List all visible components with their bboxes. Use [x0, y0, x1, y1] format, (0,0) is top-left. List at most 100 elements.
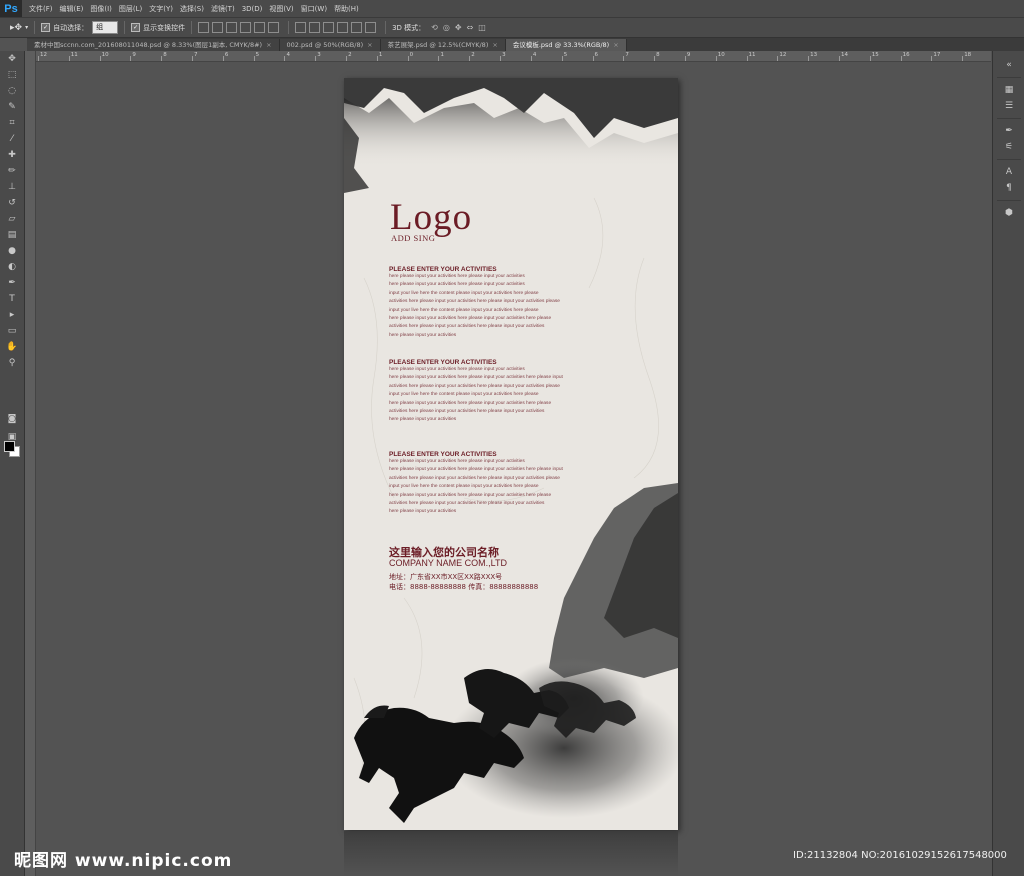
eyedropper-tool-icon[interactable]: ⁄ — [0, 131, 24, 147]
align-right-icon[interactable] — [268, 22, 280, 33]
quick-select-tool-icon[interactable]: ✎ — [0, 99, 24, 115]
ruler-tick-label: 13 — [808, 52, 818, 61]
distribute-right-icon[interactable] — [365, 22, 377, 33]
photoshop-logo[interactable]: Ps — [0, 0, 22, 17]
section-line: here please input your activities here p… — [389, 282, 525, 288]
canvas-reflection — [344, 831, 678, 876]
3d-panel-icon[interactable]: ⬢ — [993, 205, 1024, 221]
menu-image[interactable]: 图像(I) — [90, 4, 112, 14]
tab-label: 茶艺展架.psd @ 12.5%(CMYK/8) — [387, 41, 489, 49]
close-icon[interactable]: × — [266, 41, 271, 49]
ruler-horizontal[interactable]: 12 11 10 9 8 7 6 5 4 3 2 1 0 1 2 3 4 5 6 7 8 9 10 11 12 13 14 15 16 1… — [36, 51, 991, 62]
toolbox: ✥ ⬚ ◌ ✎ ⌗ ⁄ ✚ ✏ ⊥ ↺ ▱ ▤ ● ◐ ✒ T ▸ ▭ ✋ ⚲ … — [0, 51, 25, 876]
character-panel-icon[interactable]: A — [993, 164, 1024, 180]
distribute-vcenter-icon[interactable] — [309, 22, 321, 33]
adjustments-panel-icon[interactable]: ⚟ — [993, 139, 1024, 155]
distribute-bottom-icon[interactable] — [323, 22, 335, 33]
ruler-tick-label: 4 — [531, 52, 537, 61]
marquee-tool-icon[interactable]: ⬚ — [0, 67, 24, 83]
menu-edit[interactable]: 编辑(E) — [60, 4, 84, 14]
tab-doc-1[interactable]: 素材中国sccnn.com_201608011048.psd @ 8.33%(图… — [27, 39, 280, 51]
ruler-vertical[interactable] — [25, 51, 36, 876]
tab-label: 002.psd @ 50%(RGB/8) — [286, 41, 364, 49]
shape-tool-icon[interactable]: ▭ — [0, 323, 24, 339]
distribute-hcenter-icon[interactable] — [351, 22, 363, 33]
eraser-tool-icon[interactable]: ▱ — [0, 211, 24, 227]
section-line: here please input your activities here p… — [389, 467, 563, 473]
menu-type[interactable]: 文字(Y) — [149, 4, 173, 14]
quick-mask-icon[interactable]: ◙ — [0, 411, 24, 427]
section-line: here please input your activities here p… — [389, 367, 525, 372]
dodge-tool-icon[interactable]: ◐ — [0, 259, 24, 275]
auto-select-dropdown[interactable]: 组 — [92, 21, 119, 34]
history-brush-tool-icon[interactable]: ↺ — [0, 195, 24, 211]
lasso-tool-icon[interactable]: ◌ — [0, 83, 24, 99]
ruler-tick-label: 11 — [746, 52, 756, 61]
auto-select-checkbox[interactable]: ✓ — [41, 23, 51, 32]
auto-select-label: 自动选择： — [53, 23, 89, 32]
ruler-tick-label: 6 — [592, 52, 599, 61]
tab-doc-4[interactable]: 会议模板.psd @ 33.3%(RGB/8) × — [505, 39, 627, 51]
menu-filter[interactable]: 滤镜(T) — [211, 4, 235, 14]
section-line: activities here please input your activi… — [389, 324, 545, 330]
poster-logo-sub: ADD SING — [391, 233, 436, 243]
3d-mode-icons[interactable]: ⟲◎✥⇔◫ — [431, 23, 491, 32]
close-icon[interactable]: × — [613, 41, 618, 49]
type-tool-icon[interactable]: T — [0, 291, 24, 307]
align-hcenter-icon[interactable] — [254, 22, 266, 33]
close-icon[interactable]: × — [492, 41, 497, 49]
document-canvas[interactable]: Logo ADD SING PLEASE ENTER YOUR ACTIVITI… — [344, 78, 678, 830]
show-transform-label: 显示变换控件 — [143, 23, 186, 32]
ruler-tick-label: 4 — [284, 52, 290, 61]
brush-tool-icon[interactable]: ✏ — [0, 163, 24, 179]
menu-select[interactable]: 选择(S) — [180, 4, 204, 14]
path-select-tool-icon[interactable]: ▸ — [0, 307, 24, 323]
show-transform-checkbox[interactable]: ✓ — [131, 23, 141, 32]
tab-doc-2[interactable]: 002.psd @ 50%(RGB/8) × — [279, 39, 381, 51]
gradient-tool-icon[interactable]: ▤ — [0, 227, 24, 243]
menu-3d[interactable]: 3D(D) — [242, 5, 263, 13]
properties-panel-icon[interactable]: ☰ — [993, 98, 1024, 114]
section-line: activities here please input your activi… — [389, 501, 545, 507]
zoom-tool-icon[interactable]: ⚲ — [0, 355, 24, 371]
menu-window[interactable]: 窗口(W) — [301, 4, 327, 14]
section-line: input your live here the content please … — [389, 290, 539, 296]
align-bottom-icon[interactable] — [226, 22, 238, 33]
tab-label: 素材中国sccnn.com_201608011048.psd @ 8.33%(图… — [34, 41, 263, 49]
divider — [288, 21, 290, 34]
panel-dock: « ▦ ☰ ✒ ⚟ A ¶ ⬢ — [992, 51, 1024, 876]
section-line: here please input your activities here p… — [389, 459, 525, 464]
menu-file[interactable]: 文件(F) — [29, 4, 53, 14]
hand-tool-icon[interactable]: ✋ — [0, 339, 24, 355]
clone-stamp-tool-icon[interactable]: ⊥ — [0, 179, 24, 195]
close-icon[interactable]: × — [367, 41, 372, 49]
pen-tool-icon[interactable]: ✒ — [0, 275, 24, 291]
document-tabs: 素材中国sccnn.com_201608011048.psd @ 8.33%(图… — [27, 38, 1024, 51]
menu-view[interactable]: 视图(V) — [269, 4, 293, 14]
history-panel-icon[interactable]: ▦ — [993, 82, 1024, 98]
screen-mode-icon[interactable]: ▣ — [0, 429, 24, 445]
distribute-left-icon[interactable] — [337, 22, 349, 33]
brush-panel-icon[interactable]: ✒ — [993, 123, 1024, 139]
paragraph-panel-icon[interactable]: ¶ — [993, 180, 1024, 196]
move-tool-icon[interactable]: ✥ — [0, 51, 24, 67]
section-line: here please input your activities — [389, 332, 457, 338]
tab-doc-3[interactable]: 茶艺展架.psd @ 12.5%(CMYK/8) × — [380, 39, 506, 51]
crop-tool-icon[interactable]: ⌗ — [0, 115, 24, 131]
ruler-tick-label: 12 — [777, 52, 787, 61]
menu-layer[interactable]: 图层(L) — [119, 4, 142, 14]
ruler-tick-label: 8 — [654, 52, 660, 61]
move-tool-icon[interactable]: ▸✥ — [10, 23, 22, 33]
spot-heal-tool-icon[interactable]: ✚ — [0, 147, 24, 163]
distribute-top-icon[interactable] — [295, 22, 307, 33]
blur-tool-icon[interactable]: ● — [0, 243, 24, 259]
align-top-icon[interactable] — [198, 22, 210, 33]
align-left-icon[interactable] — [240, 22, 252, 33]
menu-help[interactable]: 帮助(H) — [334, 4, 359, 14]
ruler-tick-label: 1 — [377, 52, 383, 61]
section-line: input your live here the content please … — [389, 392, 539, 398]
ruler-tick-label: 16 — [900, 52, 910, 61]
align-vcenter-icon[interactable] — [212, 22, 224, 33]
collapse-icon[interactable]: « — [993, 57, 1024, 73]
chevron-down-icon[interactable]: ▾ — [25, 24, 28, 31]
